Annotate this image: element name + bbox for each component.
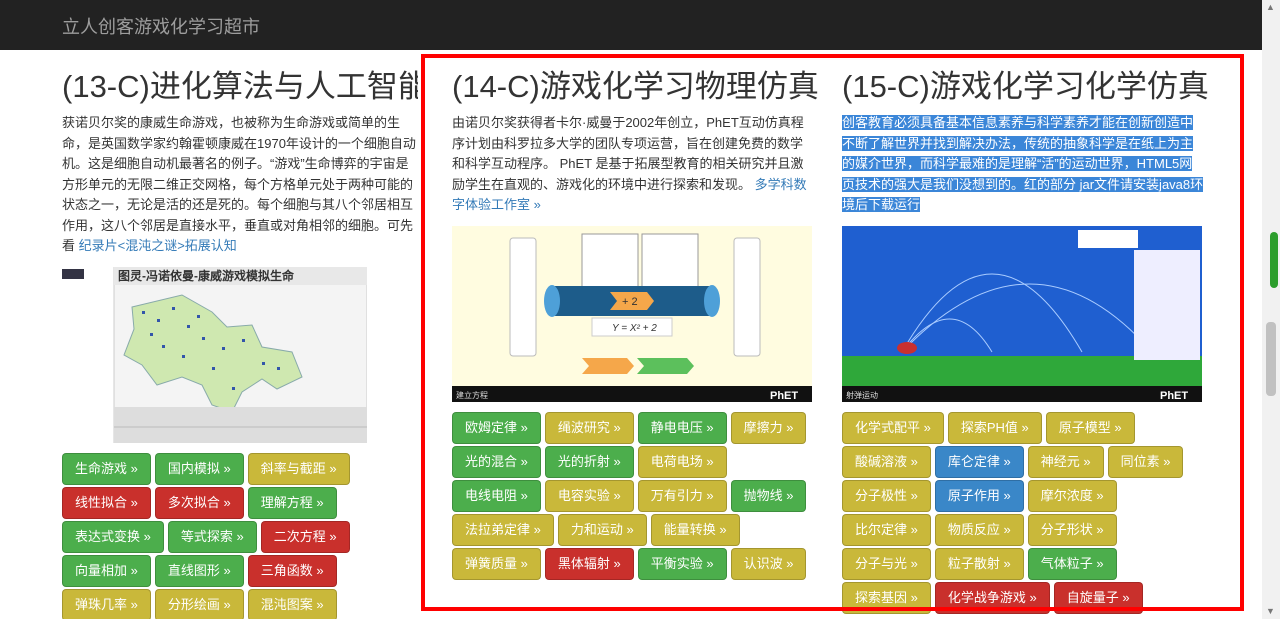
- section-13-title: (13-C)进化算法与人工智能: [62, 69, 418, 104]
- sim-button[interactable]: 万有引力: [637, 479, 727, 512]
- sim-button[interactable]: 三角函数: [247, 554, 337, 587]
- sim-button[interactable]: 电容实验: [544, 479, 634, 512]
- sim-button[interactable]: 绳波研究: [544, 411, 634, 444]
- sim-button[interactable]: 弹簧质量: [452, 547, 541, 580]
- page-scrollbar[interactable]: ▲ ▼: [1262, 0, 1280, 619]
- sim-button[interactable]: 法拉弟定律: [452, 513, 554, 546]
- equation-machine-illustration: + 2 Y = X² + 2 建立方程 PhET: [452, 225, 812, 402]
- sim-button[interactable]: 分子极性: [842, 479, 931, 512]
- sim-button[interactable]: 理解方程: [247, 486, 337, 519]
- phet-projectile-sim-image[interactable]: 射弹运动 PhET: [842, 225, 1202, 402]
- sim-button[interactable]: 摩擦力: [730, 411, 807, 444]
- sim-button[interactable]: 神经元: [1027, 445, 1104, 478]
- phet-equation-sim-image[interactable]: + 2 Y = X² + 2 建立方程 PhET: [452, 225, 812, 402]
- sim-button[interactable]: 表达式变换: [62, 520, 164, 553]
- side-indicator: [1270, 232, 1278, 288]
- sim-button[interactable]: 等式探索: [167, 520, 257, 553]
- sim-button[interactable]: 弹珠几率: [62, 588, 151, 619]
- sim-button[interactable]: 化学战争游戏: [934, 581, 1050, 614]
- sim-button[interactable]: 多次拟合: [154, 486, 244, 519]
- sim-button[interactable]: 分形绘画: [154, 588, 244, 619]
- sim-button[interactable]: 酸碱溶液: [842, 445, 931, 478]
- section-15-chemistry-sim: (15-C)游戏化学习化学仿真 创客教育必须具备基本信息素养与科学素养才能在创新…: [842, 64, 1209, 616]
- sim-button[interactable]: 气体粒子: [1027, 547, 1117, 580]
- sim-button[interactable]: 国内模拟: [154, 452, 244, 485]
- svg-text:PhET: PhET: [1160, 390, 1188, 402]
- sim-button[interactable]: 原子作用: [934, 479, 1024, 512]
- sim-button[interactable]: 粒子散射: [934, 547, 1024, 580]
- sim-button[interactable]: 电线电阻: [452, 479, 541, 512]
- sim-button[interactable]: 直线图形: [154, 554, 244, 587]
- sim-button[interactable]: 黑体辐射: [544, 547, 634, 580]
- sim-button[interactable]: 力和运动: [557, 513, 647, 546]
- sim-button[interactable]: 探索基因: [842, 581, 931, 614]
- image-caption: 图灵-冯诺依曼-康威游戏模拟生命: [118, 268, 295, 283]
- sim-button[interactable]: 光的混合: [452, 445, 541, 478]
- navbar: 立人创客游戏化学习超市: [0, 0, 1262, 50]
- sim-button[interactable]: 物质反应: [934, 513, 1024, 546]
- sim-button[interactable]: 光的折射: [544, 445, 634, 478]
- documentary-link[interactable]: 纪录片<混沌之谜>拓展认知: [79, 238, 237, 253]
- sim-button[interactable]: 线性拟合: [62, 486, 151, 519]
- section-14-title: (14-C)游戏化学习物理仿真: [452, 69, 819, 104]
- game-of-life-image[interactable]: 图灵-冯诺依曼-康威游戏模拟生命: [62, 266, 367, 443]
- sim-button[interactable]: 电荷电场: [637, 445, 727, 478]
- sim-button[interactable]: 化学式配平: [842, 411, 944, 444]
- sim-button[interactable]: 混沌图案: [247, 588, 337, 619]
- sim-button[interactable]: 库仑定律: [934, 445, 1024, 478]
- sim-button[interactable]: 自旋量子: [1053, 581, 1143, 614]
- svg-text:建立方程: 建立方程: [456, 390, 488, 400]
- svg-text:PhET: PhET: [770, 390, 798, 402]
- sim-button[interactable]: 能量转换: [650, 513, 740, 546]
- section-14-description: 由诺贝尔奖获得者卡尔·威曼于2002年创立，PhET互动仿真程序计划由科罗拉多大…: [452, 115, 807, 212]
- sim-button[interactable]: 二次方程: [260, 520, 350, 553]
- section-14-physics-sim: (14-C)游戏化学习物理仿真 由诺贝尔奖获得者卡尔·威曼于2002年创立，Ph…: [452, 64, 819, 582]
- sim-button[interactable]: 认识波: [730, 547, 807, 580]
- section-15-title: (15-C)游戏化学习化学仿真: [842, 69, 1209, 104]
- sim-button[interactable]: 静电电压: [637, 411, 727, 444]
- site-brand[interactable]: 立人创客游戏化学习超市: [62, 13, 260, 39]
- sim-button[interactable]: 欧姆定律: [452, 411, 541, 444]
- game-of-life-illustration: 图灵-冯诺依曼-康威游戏模拟生命: [62, 266, 367, 443]
- section-13-buttons: 生命游戏国内模拟斜率与截距线性拟合多次拟合理解方程表达式变换等式探索二次方程向量…: [62, 452, 418, 619]
- section-15-buttons: 化学式配平探索PH值原子模型酸碱溶液库仑定律神经元同位素分子极性原子作用摩尔浓度…: [842, 411, 1204, 616]
- sim-button[interactable]: 探索PH值: [947, 411, 1042, 444]
- svg-text:射弹运动: 射弹运动: [846, 390, 878, 400]
- sim-button[interactable]: 原子模型: [1045, 411, 1135, 444]
- svg-text:Y = X² + 2: Y = X² + 2: [612, 323, 657, 334]
- scrollbar-thumb[interactable]: [1266, 322, 1276, 396]
- projectile-motion-illustration: 射弹运动 PhET: [842, 225, 1202, 402]
- sim-button[interactable]: 平衡实验: [637, 547, 727, 580]
- sim-button[interactable]: 同位素: [1107, 445, 1184, 478]
- sim-button[interactable]: 分子与光: [842, 547, 931, 580]
- sim-button[interactable]: 向量相加: [62, 554, 151, 587]
- sim-button[interactable]: 抛物线: [730, 479, 807, 512]
- sim-button[interactable]: 摩尔浓度: [1027, 479, 1117, 512]
- sim-button[interactable]: 斜率与截距: [247, 452, 350, 485]
- scroll-up-icon[interactable]: ▲: [1266, 2, 1275, 12]
- sim-button[interactable]: 比尔定律: [842, 513, 931, 546]
- section-15-description: 创客教育必须具备基本信息素养与科学素养才能在创新创造中不断了解世界并找到解决办法…: [842, 115, 1204, 212]
- section-13-description: 获诺贝尔奖的康威生命游戏，也被称为生命游戏或简单的生命，是英国数学家约翰霍顿康威…: [62, 115, 416, 253]
- svg-text:+ 2: + 2: [622, 296, 638, 308]
- sim-button[interactable]: 分子形状: [1027, 513, 1117, 546]
- sim-button[interactable]: 生命游戏: [62, 452, 151, 485]
- section-14-buttons: 欧姆定律绳波研究静电电压摩擦力光的混合光的折射电荷电场电线电阻电容实验万有引力抛…: [452, 411, 814, 582]
- section-13-evolutionary-ai: (13-C)进化算法与人工智能 获诺贝尔奖的康威生命游戏，也被称为生命游戏或简单…: [62, 64, 418, 619]
- scroll-down-icon[interactable]: ▼: [1266, 606, 1275, 616]
